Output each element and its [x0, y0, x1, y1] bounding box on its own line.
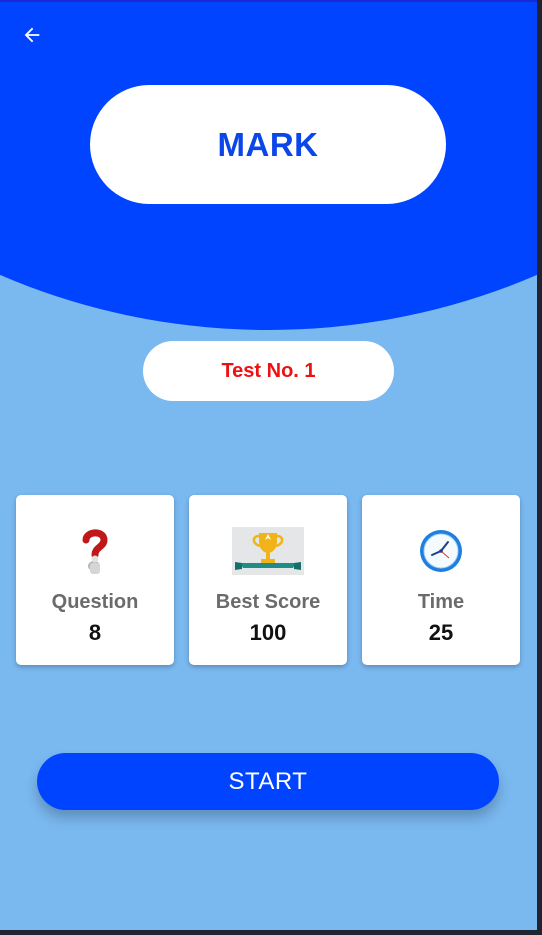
question-label: Question	[51, 591, 139, 613]
quiz-screen: MARK Test No. 1 Question 8 Best Score 10…	[0, 0, 537, 930]
top-edge	[0, 0, 537, 2]
best-score-label: Best Score	[215, 591, 321, 613]
trophy-award-icon	[189, 525, 347, 577]
test-number-label: Test No. 1	[221, 359, 316, 382]
test-number-pill: Test No. 1	[143, 341, 394, 401]
best-score-card: Best Score 100	[189, 495, 347, 665]
question-card: Question 8	[16, 495, 174, 665]
start-button[interactable]: START	[37, 753, 499, 810]
arrow-left-icon	[24, 27, 40, 43]
start-button-label: START	[228, 767, 308, 795]
title-pill: MARK	[90, 85, 446, 204]
clock-icon	[362, 525, 520, 577]
page-title: MARK	[217, 125, 319, 163]
time-value: 25	[428, 620, 454, 645]
best-score-value: 100	[249, 620, 287, 645]
question-count: 8	[88, 620, 102, 645]
question-mark-icon	[16, 525, 174, 577]
back-button[interactable]	[14, 20, 50, 50]
time-card: Time 25	[362, 495, 520, 665]
time-label: Time	[417, 591, 465, 613]
